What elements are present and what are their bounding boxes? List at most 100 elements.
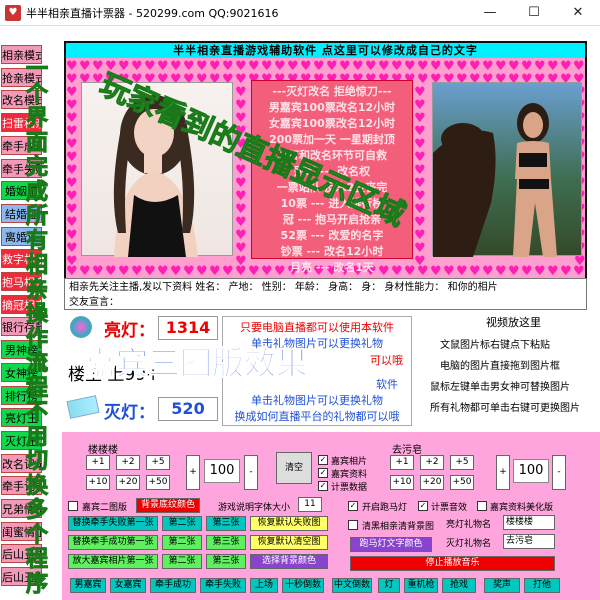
- sidebar-item[interactable]: 牵手失败: [1, 158, 42, 178]
- clear-votes-label: 计票数据: [331, 483, 368, 493]
- tool-button[interactable]: 第三张: [206, 516, 246, 531]
- right-plus50-button[interactable]: +50: [450, 475, 474, 490]
- light-gift-input[interactable]: 楼楼楼: [503, 515, 555, 530]
- sidebar-item[interactable]: 男神榜: [1, 340, 42, 360]
- bottom-action-button[interactable]: 女嘉宾: [110, 578, 146, 593]
- sidebar-item[interactable]: 排行榜: [1, 385, 42, 405]
- sidebar-item[interactable]: 后山丑女: [1, 567, 42, 587]
- sidebar-item[interactable]: 闺蜜情谊: [1, 521, 42, 541]
- vote-sound-checkbox[interactable]: ✓: [418, 501, 428, 511]
- sidebar-item[interactable]: 亮灯王: [1, 408, 42, 428]
- guest-photo-right[interactable]: [432, 82, 582, 257]
- sidebar-item[interactable]: 兄弟情谊: [1, 499, 42, 518]
- sidebar-item[interactable]: 改名记录: [1, 453, 42, 473]
- sidebar-item[interactable]: 救字相亲: [1, 249, 42, 269]
- tool-button[interactable]: 放大嘉宾相片第一张: [68, 554, 158, 569]
- tool-button[interactable]: 第二张: [162, 554, 202, 569]
- right-add-button[interactable]: +: [496, 455, 510, 490]
- left-plus5-button[interactable]: +5: [146, 455, 170, 470]
- bottom-action-button[interactable]: 打他: [524, 578, 560, 593]
- video-title: 视频放这里: [486, 316, 541, 329]
- right-plus10-button[interactable]: +10: [390, 475, 414, 490]
- heart-icon: ♥: [482, 264, 494, 277]
- tool-button[interactable]: 恢复默认失败图: [250, 516, 328, 531]
- light-on-count[interactable]: 1314: [158, 316, 218, 340]
- left-plus20-button[interactable]: +20: [116, 475, 140, 490]
- bg-color-button[interactable]: 背景底纹颜色: [136, 498, 200, 513]
- right-plus5-button[interactable]: +5: [450, 455, 474, 470]
- left-plus1-button[interactable]: +1: [86, 455, 110, 470]
- sidebar-item[interactable]: 后山丑男: [1, 544, 42, 564]
- heart-icon: ♥: [534, 264, 546, 277]
- sidebar-item[interactable]: 改名模式: [1, 90, 42, 110]
- sidebar-item[interactable]: 牵手记录: [1, 476, 42, 496]
- tool-button[interactable]: 恢复默认清空图: [250, 535, 328, 550]
- beautify-checkbox[interactable]: [477, 501, 487, 511]
- left-plus50-button[interactable]: +50: [146, 475, 170, 490]
- bottom-action-button[interactable]: 牵手失败: [200, 578, 246, 593]
- left-add-button[interactable]: +: [186, 455, 200, 490]
- guest2-checkbox[interactable]: [68, 501, 78, 511]
- light-off-count[interactable]: 520: [158, 397, 218, 421]
- clear-photos-checkbox[interactable]: ✓: [318, 455, 328, 465]
- stop-music-button[interactable]: 停止播放音乐: [350, 556, 555, 571]
- sidebar-item[interactable]: 摘冠相亲: [1, 294, 42, 314]
- minimize-button[interactable]: —: [468, 0, 512, 26]
- sidebar-item[interactable]: 相亲模式: [1, 45, 42, 64]
- guest-photo-left[interactable]: [81, 82, 233, 257]
- clear-button[interactable]: 清空: [276, 452, 312, 484]
- clear-info-checkbox[interactable]: ✓: [318, 468, 328, 478]
- bottom-action-button[interactable]: 抢戏: [442, 578, 476, 593]
- info-line-2: 交友宣言：: [69, 297, 119, 308]
- bottom-action-button[interactable]: 男嘉宾: [70, 578, 106, 593]
- bottom-action-button[interactable]: 上场: [250, 578, 278, 593]
- tool-button[interactable]: 选择背景颜色: [250, 554, 328, 569]
- right-sub-button[interactable]: -: [552, 455, 566, 490]
- sidebar-item[interactable]: 抱马相亲: [1, 272, 42, 291]
- marquee-checkbox[interactable]: ✓: [348, 501, 358, 511]
- bottom-action-button[interactable]: 十秒倒数: [282, 578, 324, 593]
- left-plus10-button[interactable]: +10: [86, 475, 110, 490]
- right-plus1-button[interactable]: +1: [390, 455, 414, 470]
- right-plus2-button[interactable]: +2: [420, 455, 444, 470]
- guest-info-box[interactable]: 相亲先关注主播,发以下资料 姓名： 产地： 性别： 年龄： 身高： 身： 身材性…: [64, 278, 587, 310]
- bottom-action-button[interactable]: 重机枪: [404, 578, 438, 593]
- bottom-action-button[interactable]: 奖声: [484, 578, 520, 593]
- tool-button[interactable]: 第三张: [206, 535, 246, 550]
- clear-votes-checkbox[interactable]: ✓: [318, 481, 328, 491]
- sidebar-item[interactable]: 牵手成功: [1, 135, 42, 155]
- right-amount-input[interactable]: 100: [513, 459, 549, 483]
- sidebar-item[interactable]: 银行存款: [1, 317, 42, 337]
- off-gift-input[interactable]: 去污皂: [503, 534, 555, 549]
- sidebar-item[interactable]: 离婚证: [1, 226, 42, 246]
- tool-button[interactable]: 第三张: [206, 554, 246, 569]
- tool-button[interactable]: 替换牵手成功第一张: [68, 535, 158, 550]
- heart-icon: ♥: [560, 264, 572, 277]
- sidebar-item[interactable]: 婚姻证: [1, 181, 42, 201]
- maximize-button[interactable]: ☐: [512, 0, 556, 26]
- tool-button[interactable]: 第二张: [162, 535, 202, 550]
- right-plus20-button[interactable]: +20: [420, 475, 444, 490]
- sidebar-item[interactable]: 结婚证: [1, 203, 42, 223]
- marquee-color-button[interactable]: 跑马灯文字颜色: [350, 537, 432, 552]
- sidebar-item[interactable]: 扫雷相亲: [1, 113, 42, 133]
- sidebar-item[interactable]: 女神榜: [1, 362, 42, 382]
- bottom-action-button[interactable]: 灯: [378, 578, 400, 593]
- sidebar-item[interactable]: 抢亲模式: [1, 67, 42, 87]
- header-banner[interactable]: 半半相亲直播游戏辅助软件 点这里可以修改成自己的文字: [66, 43, 585, 58]
- left-amount-input[interactable]: 100: [204, 459, 240, 483]
- window-title: 半半相亲直播计票器 - 520299.com QQ:9021616: [26, 7, 279, 20]
- fontsize-input[interactable]: 11: [298, 497, 322, 512]
- clear-bg-checkbox[interactable]: [348, 520, 358, 530]
- notice-line: 亮灯和改名环节可自救: [277, 149, 387, 162]
- tool-button[interactable]: 第二张: [162, 516, 202, 531]
- lollipop-gift-icon[interactable]: [70, 316, 92, 338]
- bottom-action-button[interactable]: 牵手成功: [150, 578, 196, 593]
- light-gift-label: 亮灯礼物名: [446, 520, 492, 530]
- left-sub-button[interactable]: -: [244, 455, 258, 490]
- bottom-action-button[interactable]: 中文倒数: [332, 578, 372, 593]
- left-plus2-button[interactable]: +2: [116, 455, 140, 470]
- sidebar-item[interactable]: 灭灯王: [1, 430, 42, 450]
- close-button[interactable]: ✕: [556, 0, 600, 26]
- tool-button[interactable]: 替换牵手失败第一张: [68, 516, 158, 531]
